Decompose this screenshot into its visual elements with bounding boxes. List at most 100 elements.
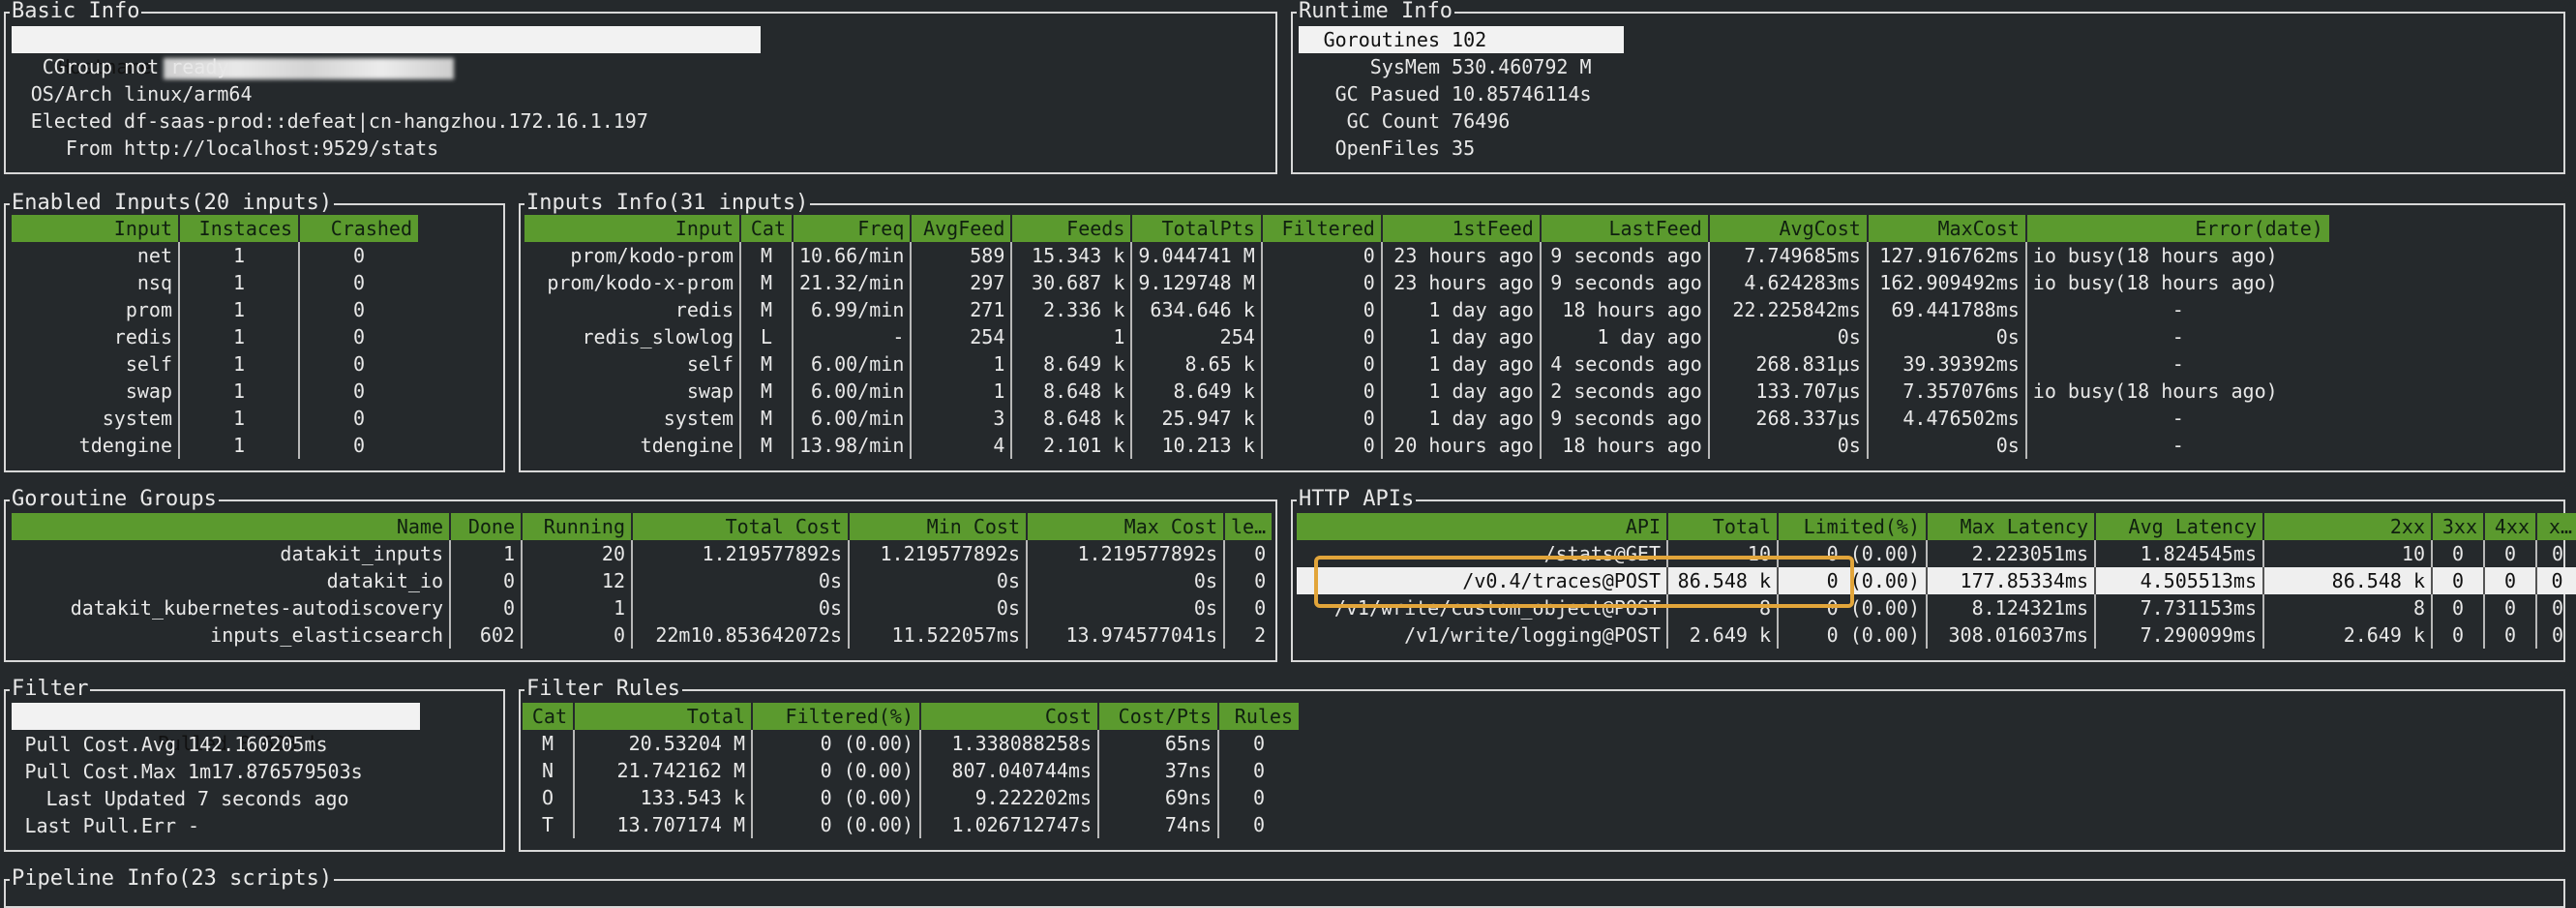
- goroutine-table-row[interactable]: datakit_kubernetes-autodiscovery 0 1 0s 0s 0s…: [12, 594, 1272, 621]
- inputs-col-header[interactable]: Error(date): [2025, 215, 2329, 242]
- http-cell: 177.85334ms: [1927, 567, 2096, 594]
- runtime-info-title: Runtime Info: [1297, 0, 1454, 24]
- inputs-col-header[interactable]: LastFeed: [1540, 215, 1710, 242]
- goroutine-cell: 0: [522, 621, 633, 649]
- goroutine-table-row[interactable]: datakit_io 0 12 0s 0s 0s 0: [12, 567, 1272, 594]
- inputs-table-row[interactable]: prom/kodo-prom M 10.66/min 589 15.343 k 9.044…: [524, 242, 2329, 269]
- http-col-header[interactable]: Total: [1667, 513, 1779, 540]
- enabled-col-header[interactable]: Input: [12, 215, 180, 242]
- http-col-header[interactable]: 3xx: [2432, 513, 2485, 540]
- rules-table-row[interactable]: N 21.742162 M0 (0.00) 807.040744ms 37ns 0: [523, 757, 1299, 784]
- inputs-cell: M: [740, 242, 794, 269]
- goroutine-table-row[interactable]: datakit_inputs 1 20 1.219577892s 1.219577892…: [12, 540, 1272, 567]
- inputs-col-header[interactable]: AvgCost: [1708, 215, 1869, 242]
- goroutine-col-header[interactable]: Min Cost: [849, 513, 1028, 540]
- enabled-cell: 1: [179, 350, 300, 378]
- inputs-cell: 8.649 k: [1011, 350, 1133, 378]
- enabled-col-header[interactable]: Crashed: [299, 215, 418, 242]
- goroutine-col-header[interactable]: Total Cost: [632, 513, 850, 540]
- enabled-table-row[interactable]: self 1 0: [12, 350, 418, 378]
- inputs-cell: 69.441788ms: [1867, 296, 2027, 323]
- inputs-table-row[interactable]: tdengine M 13.98/min 4 2.101 k 10.213 k 0 20 ho…: [524, 432, 2329, 459]
- inputs-cell: 0s: [1708, 432, 1869, 459]
- inputs-cell: 0s: [1867, 432, 2027, 459]
- goroutine-col-header[interactable]: Name: [12, 513, 451, 540]
- basic-info-row: Elected df-saas-prod::defeat|cn-hangzhou…: [6, 107, 1275, 135]
- http-col-header[interactable]: x…: [2536, 513, 2576, 540]
- rules-table-row[interactable]: O 133.543 k0 (0.00) 9.222202ms 69ns 0: [523, 784, 1299, 811]
- http-col-header[interactable]: 2xx: [2263, 513, 2433, 540]
- enabled-col-header[interactable]: Instaces: [179, 215, 300, 242]
- inputs-cell: 9 seconds ago: [1540, 269, 1710, 296]
- enabled-table-row[interactable]: nsq 1 0: [12, 269, 418, 296]
- inputs-col-header[interactable]: Filtered: [1261, 215, 1383, 242]
- runtime-info-row: GC Count 76496: [1299, 107, 2563, 135]
- rules-col-header[interactable]: Total: [574, 703, 753, 730]
- http-table-row[interactable]: /v1/write/logging@POST 2.649 k0 (0.00) 308…: [1297, 621, 2576, 649]
- goroutine-table-row[interactable]: inputs_elasticsearch 602 0 22m10.853642072s…: [12, 621, 1272, 649]
- rules-col-header[interactable]: Rules: [1218, 703, 1299, 730]
- enabled-table-row[interactable]: prom 1 0: [12, 296, 418, 323]
- rules-col-header[interactable]: Filtered(%): [752, 703, 921, 730]
- rules-cell: 1.026712747s: [920, 811, 1099, 838]
- goroutine-col-header[interactable]: Done: [450, 513, 523, 540]
- http-cell: 4.505513ms: [2095, 567, 2264, 594]
- goroutine-col-header[interactable]: le…: [1224, 513, 1273, 540]
- inputs-col-header[interactable]: Cat: [740, 215, 794, 242]
- inputs-cell: 20 hours ago: [1381, 432, 1542, 459]
- inputs-table-row[interactable]: redis M 6.99/min 271 2.336 k 634.646 k01 day …: [524, 296, 2329, 323]
- runtime-info-key: OpenFiles: [1334, 136, 1440, 160]
- inputs-col-header[interactable]: 1stFeed: [1381, 215, 1542, 242]
- goroutine-cell: 11.522057ms: [849, 621, 1028, 649]
- goroutine-col-header[interactable]: Max Cost: [1027, 513, 1225, 540]
- http-col-header[interactable]: API: [1297, 513, 1668, 540]
- goroutine-groups-title: Goroutine Groups: [10, 487, 219, 512]
- goroutine-groups-table: Name Done Running Total Cost Min Cost Max Cos…: [12, 513, 1273, 649]
- inputs-col-header[interactable]: Input: [524, 215, 741, 242]
- http-col-header[interactable]: Avg Latency: [2095, 513, 2264, 540]
- http-col-header[interactable]: Max Latency: [1927, 513, 2096, 540]
- inputs-col-header[interactable]: MaxCost: [1867, 215, 2027, 242]
- enabled-cell: 0: [352, 352, 366, 376]
- rules-table-row[interactable]: M 20.53204 M0 (0.00) 1.338088258s 65ns 0: [523, 730, 1299, 757]
- inputs-col-header[interactable]: Feeds: [1011, 215, 1133, 242]
- inputs-table-row[interactable]: prom/kodo-x-prom M 21.32/min 297 30.687 k 9.1…: [524, 269, 2329, 296]
- http-cell: 0: [2432, 540, 2485, 567]
- inputs-col-header[interactable]: AvgFeed: [911, 215, 1013, 242]
- inputs-cell: M: [740, 296, 794, 323]
- goroutine-cell: 0s: [849, 594, 1028, 621]
- inputs-cell: 1 day ago: [1381, 378, 1542, 405]
- inputs-table-row[interactable]: redis_slowlog L -254 1 254 0 1 day ago 1 day ag…: [524, 323, 2329, 350]
- rules-col-header[interactable]: Cost: [920, 703, 1099, 730]
- runtime-info-value: 76496: [1452, 109, 1511, 133]
- inputs-table-row[interactable]: swap M 6.00/min 1 8.648 k 8.649 k01 day ago 2 …: [524, 378, 2329, 405]
- http-cell: 10: [2263, 540, 2433, 567]
- inputs-table-row[interactable]: system M 6.00/min 3 8.648 k 25.947 k01 day ag…: [524, 405, 2329, 432]
- enabled-inputs-title: Enabled Inputs(20 inputs): [10, 191, 335, 216]
- rules-col-header[interactable]: Cat: [523, 703, 575, 730]
- goroutine-col-header[interactable]: Running: [522, 513, 633, 540]
- enabled-table-row[interactable]: tdengine 1 0: [12, 432, 418, 459]
- http-col-header[interactable]: 4xx: [2484, 513, 2537, 540]
- runtime-info-value: 102: [1452, 28, 1487, 51]
- inputs-col-header[interactable]: Freq: [793, 215, 913, 242]
- basic-info-row: CGroup not ready: [6, 53, 1275, 80]
- inputs-col-header[interactable]: TotalPts: [1131, 215, 1263, 242]
- inputs-table-row[interactable]: self M 6.00/min 1 8.649 k 8.65 k01 day ago 4 s…: [524, 350, 2329, 378]
- enabled-cell: 0: [352, 325, 366, 348]
- filter-row: Last Pull.Err -: [12, 812, 503, 839]
- rules-col-header[interactable]: Cost/Pts: [1098, 703, 1219, 730]
- goroutine-cell: 1: [450, 540, 523, 567]
- http-cell: 0: [2484, 594, 2537, 621]
- enabled-table-row[interactable]: net 1 0: [12, 242, 418, 269]
- basic-info-panel: Basic Info Hostname CGroup not ready OS/A…: [4, 0, 1277, 174]
- goroutine-cell: 0s: [849, 567, 1028, 594]
- http-col-header[interactable]: Limited(%): [1778, 513, 1928, 540]
- enabled-table-row[interactable]: redis 1 0: [12, 323, 418, 350]
- pipeline-info-title: Pipeline Info(23 scripts): [10, 866, 335, 892]
- filter-rules-title: Filter Rules: [524, 677, 682, 702]
- rules-table-row[interactable]: T 13.707174 M0 (0.00) 1.026712747s 74ns 0: [523, 811, 1299, 838]
- enabled-table-row[interactable]: system 1 0: [12, 405, 418, 432]
- goroutine-cell: 0: [1254, 542, 1267, 565]
- enabled-table-row[interactable]: swap 1 0: [12, 378, 418, 405]
